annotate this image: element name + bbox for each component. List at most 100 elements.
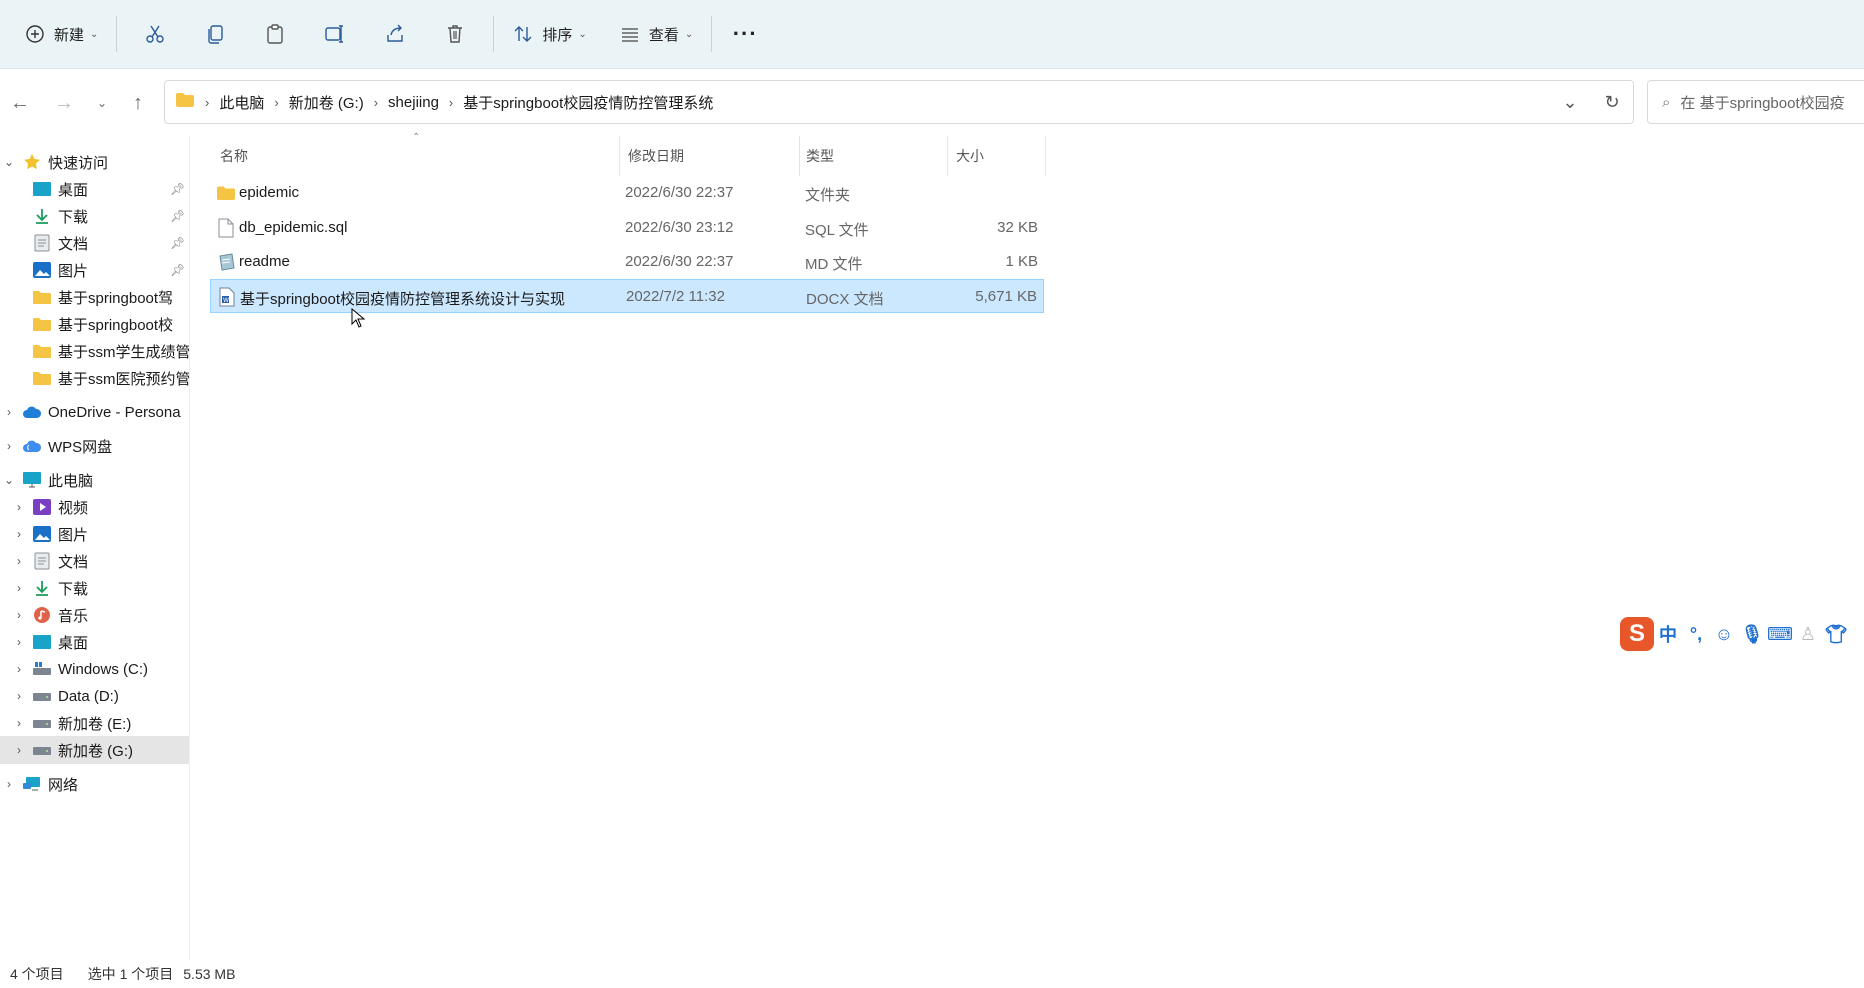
pin-icon[interactable]: 📌︎	[170, 263, 185, 277]
sidebar-item-wps-cloud[interactable]: › WPS网盘	[0, 432, 189, 460]
copy-icon	[208, 25, 224, 44]
file-row[interactable]: readme 2022/6/30 22:37 MD 文件 1 KB	[210, 245, 1044, 279]
address-bar[interactable]: › 此电脑 › 新加卷 (G:) › shejiing › 基于springbo…	[164, 80, 1634, 124]
chevron-right-icon[interactable]: ›	[12, 608, 26, 622]
ime-language-toggle[interactable]: 中	[1654, 621, 1682, 647]
address-history-chevron-icon[interactable]: ⌄	[1549, 92, 1591, 113]
search-box[interactable]: ⌕ 在 基于springboot校园疫	[1647, 80, 1864, 124]
breadcrumb-current-folder[interactable]: 基于springboot校园疫情防控管理系统	[463, 92, 713, 113]
rename-button[interactable]	[305, 14, 365, 54]
sidebar-item-quick-desktop[interactable]: 桌面 📌︎	[0, 175, 189, 203]
file-list: ⌃ 名称 修改日期 类型 大小 epidemic 2022/6/30 22:37…	[190, 132, 1864, 960]
sidebar-item-drive-d[interactable]: › Data (D:)	[0, 682, 189, 710]
pin-icon[interactable]: 📌︎	[170, 182, 185, 196]
column-header-name[interactable]: 名称	[220, 136, 620, 176]
paste-button[interactable]	[245, 14, 305, 54]
sidebar-item-drive-c[interactable]: › Windows (C:)	[0, 655, 189, 683]
file-name: epidemic	[239, 184, 300, 201]
file-row[interactable]: db_epidemic.sql 2022/6/30 23:12 SQL 文件 3…	[210, 211, 1044, 245]
sidebar-item-label: 下载	[58, 580, 89, 598]
sidebar-item-quick-access[interactable]: ⌄ 快速访问	[0, 148, 189, 176]
sidebar-item-label: 文档	[58, 553, 89, 571]
sidebar-item-quick-pictures[interactable]: 图片 📌︎	[0, 256, 189, 284]
rename-icon	[325, 25, 344, 43]
chevron-right-icon[interactable]: ›	[12, 743, 26, 757]
sidebar-item-onedrive[interactable]: › OneDrive - Persona	[0, 398, 189, 426]
chevron-right-icon[interactable]: ›	[2, 777, 16, 791]
sidebar-item-label: Data (D:)	[58, 687, 119, 705]
more-options-button[interactable]: ···	[720, 14, 770, 54]
clipboard-icon	[267, 24, 284, 44]
sort-button[interactable]: 排序 ⌄	[502, 14, 596, 54]
punctuation-icon[interactable]: °,	[1682, 624, 1710, 645]
share-button[interactable]	[365, 14, 425, 54]
share-icon	[387, 24, 404, 42]
skin-icon[interactable]: 👕︎	[1822, 624, 1850, 645]
chevron-right-icon[interactable]: ›	[12, 500, 26, 514]
chevron-down-icon[interactable]: ⌄	[2, 155, 16, 169]
delete-button[interactable]	[425, 14, 485, 54]
breadcrumb-drive-g[interactable]: 新加卷 (G:)	[289, 92, 364, 113]
chevron-right-icon[interactable]: ›	[12, 689, 26, 703]
sidebar-item-this-pc[interactable]: ⌄ 此电脑	[0, 466, 189, 494]
breadcrumb-separator[interactable]: ›	[274, 95, 278, 110]
pin-icon[interactable]: 📌︎	[170, 236, 185, 250]
sidebar-item-quick-downloads[interactable]: 下载 📌︎	[0, 202, 189, 230]
chevron-right-icon[interactable]: ›	[12, 716, 26, 730]
cut-button[interactable]	[125, 14, 185, 54]
chevron-down-icon[interactable]: ⌄	[2, 473, 16, 487]
sidebar-item-downloads[interactable]: › 下载	[0, 574, 189, 602]
sidebar-item-music[interactable]: › 音乐	[0, 601, 189, 629]
sidebar-item-videos[interactable]: › 视频	[0, 493, 189, 521]
sidebar-item-drive-g[interactable]: › 新加卷 (G:)	[0, 736, 189, 764]
user-icon[interactable]: ♙	[1794, 624, 1822, 645]
refresh-icon[interactable]: ↻	[1591, 92, 1633, 113]
file-row-selected[interactable]: W 基于springboot校园疫情防控管理系统设计与实现 2022/7/2 1…	[210, 279, 1044, 313]
up-button[interactable]: ↑	[122, 87, 154, 119]
sidebar-item-quick-folder-1[interactable]: 基于springboot驾	[0, 283, 189, 311]
breadcrumb-shejiing[interactable]: shejiing	[388, 94, 439, 111]
sidebar-item-label: 桌面	[58, 634, 89, 652]
forward-button[interactable]: →	[48, 87, 80, 119]
back-button[interactable]: ←	[4, 87, 36, 119]
breadcrumb-separator[interactable]: ›	[449, 95, 453, 110]
column-header-label: 名称	[220, 148, 248, 164]
sogou-logo-icon[interactable]: S	[1620, 617, 1654, 651]
column-header-type[interactable]: 类型	[802, 136, 948, 176]
chevron-right-icon[interactable]: ›	[12, 554, 26, 568]
sidebar-item-pictures[interactable]: › 图片	[0, 520, 189, 548]
chevron-right-icon[interactable]: ›	[2, 439, 16, 453]
new-button[interactable]: 新建 ⌄	[14, 14, 108, 54]
sidebar-item-network[interactable]: › 网络	[0, 770, 189, 798]
pin-icon[interactable]: 📌︎	[170, 209, 185, 223]
chevron-right-icon[interactable]: ›	[2, 405, 16, 419]
column-header-size[interactable]: 大小	[950, 136, 1046, 176]
sidebar-item-drive-e[interactable]: › 新加卷 (E:)	[0, 709, 189, 737]
navigation-bar: ← → ⌄ ↑ › 此电脑 › 新加卷 (G:) › shejiing › 基于…	[0, 69, 1864, 136]
trash-icon	[448, 25, 463, 43]
file-type: SQL 文件	[805, 222, 869, 239]
ime-toolbar: S 中 °, ☺ 🎙︎ ⌨ ♙ 👕︎	[1620, 616, 1864, 652]
sidebar-item-quick-documents[interactable]: 文档 📌︎	[0, 229, 189, 257]
sidebar-item-quick-folder-3[interactable]: 基于ssm学生成绩管	[0, 337, 189, 365]
copy-button[interactable]	[185, 14, 245, 54]
column-header-date[interactable]: 修改日期	[622, 136, 800, 176]
chevron-right-icon[interactable]: ›	[12, 662, 26, 676]
chevron-right-icon[interactable]: ›	[12, 581, 26, 595]
breadcrumb-this-pc[interactable]: 此电脑	[219, 92, 264, 113]
breadcrumb-separator[interactable]: ›	[374, 95, 378, 110]
sidebar-item-desktop[interactable]: › 桌面	[0, 628, 189, 656]
sidebar-item-documents[interactable]: › 文档	[0, 547, 189, 575]
view-button[interactable]: 查看 ⌄	[609, 14, 703, 54]
sidebar-item-quick-folder-2[interactable]: 基于springboot校	[0, 310, 189, 338]
chevron-right-icon[interactable]: ›	[12, 527, 26, 541]
chevron-right-icon[interactable]: ›	[12, 635, 26, 649]
file-row[interactable]: epidemic 2022/6/30 22:37 文件夹	[210, 176, 1044, 210]
sidebar-item-quick-folder-4[interactable]: 基于ssm医院预约管	[0, 364, 189, 392]
microphone-icon[interactable]: 🎙︎	[1738, 624, 1766, 645]
pictures-icon	[32, 260, 52, 280]
list-view-icon	[619, 23, 641, 45]
recent-locations-button[interactable]: ⌄	[86, 87, 118, 119]
emoji-icon[interactable]: ☺	[1710, 624, 1738, 645]
keyboard-icon[interactable]: ⌨	[1766, 624, 1794, 645]
